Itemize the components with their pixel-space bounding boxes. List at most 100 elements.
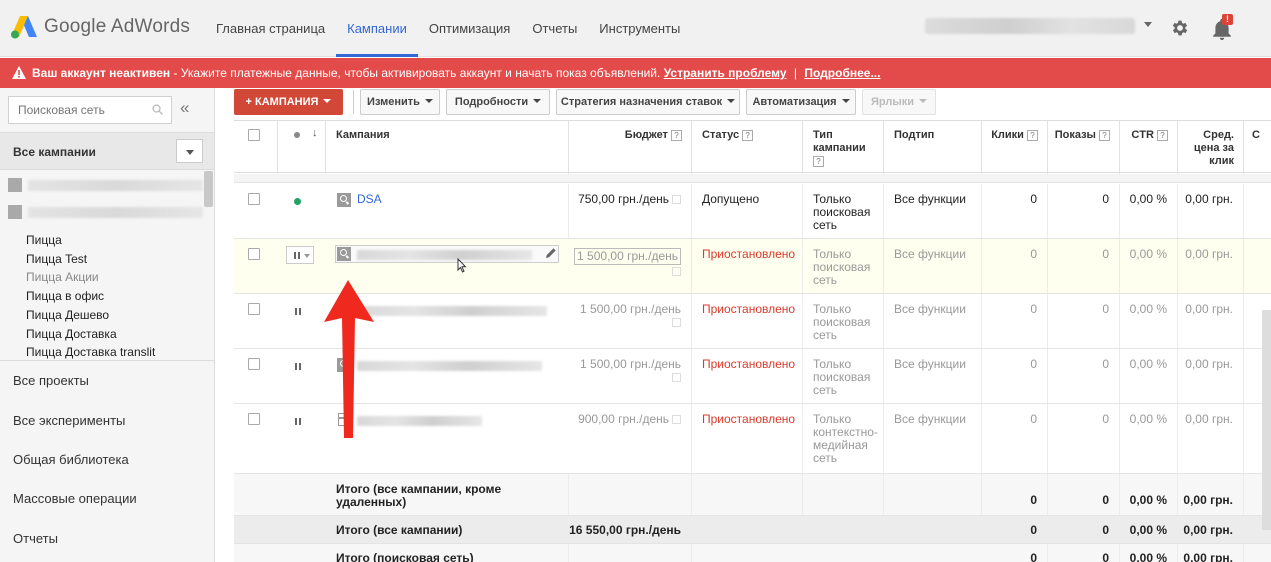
budget-value: 750,00 грн./день bbox=[578, 192, 669, 206]
header-campaign[interactable]: Кампания bbox=[326, 121, 569, 174]
sidebar-reports[interactable]: Отчеты bbox=[13, 531, 58, 546]
totals-impressions-cell: 0 bbox=[1048, 544, 1120, 562]
row-checkbox[interactable] bbox=[248, 303, 260, 315]
fix-problem-link[interactable]: Устранить проблему bbox=[664, 66, 787, 80]
impressions-value: 0 bbox=[1102, 192, 1109, 206]
header-cpc-label: Сред. цена за клик bbox=[1193, 129, 1234, 167]
clicks-cell: 0 bbox=[982, 184, 1048, 238]
enabled-status-icon[interactable] bbox=[294, 198, 301, 205]
status-dropdown[interactable] bbox=[286, 246, 314, 264]
budget-cell[interactable]: 750,00 грн./день bbox=[569, 184, 692, 238]
nav-campaigns[interactable]: Кампании bbox=[336, 0, 418, 57]
cpc-value: 0,00 грн. bbox=[1185, 412, 1233, 426]
header-clicks[interactable]: Клики ? bbox=[982, 121, 1048, 174]
campaign-name-redacted[interactable] bbox=[357, 306, 547, 316]
help-icon[interactable]: ? bbox=[742, 130, 754, 141]
add-campaign-button[interactable]: + КАМПАНИЯ bbox=[234, 89, 343, 115]
totals-row: Итого (поисковая сеть) 0 0 0,00 % 0,00 г… bbox=[234, 544, 1271, 562]
all-campaigns-dropdown[interactable] bbox=[176, 139, 203, 163]
sidebar-all-projects[interactable]: Все проекты bbox=[13, 373, 89, 388]
gear-icon[interactable] bbox=[1170, 18, 1190, 38]
sidebar-campaign-item[interactable]: Пицца Дешево bbox=[26, 306, 155, 325]
all-campaigns-header[interactable]: Все кампании bbox=[0, 132, 214, 170]
sidebar-campaign-item[interactable]: Пицца в офис bbox=[26, 287, 155, 306]
chevron-down-icon[interactable] bbox=[1144, 22, 1152, 27]
totals-clicks: 0 bbox=[1030, 551, 1037, 562]
bid-strategy-button[interactable]: Стратегия назначения ставок bbox=[556, 89, 740, 115]
help-icon[interactable]: ? bbox=[1027, 130, 1038, 141]
notifications-button[interactable]: ! bbox=[1212, 14, 1234, 40]
adwords-logo-icon bbox=[11, 16, 37, 39]
header-impressions[interactable]: Показы ? bbox=[1048, 121, 1120, 174]
page-scrollbar[interactable] bbox=[1262, 310, 1271, 530]
header-budget[interactable]: Бюджет ? bbox=[569, 121, 692, 174]
header-impressions-label: Показы bbox=[1054, 129, 1096, 141]
account-info-redacted[interactable] bbox=[925, 18, 1135, 34]
budget-cell[interactable]: 900,00 грн./день bbox=[569, 404, 692, 473]
select-all-checkbox[interactable] bbox=[248, 129, 260, 141]
help-icon[interactable]: ? bbox=[1157, 130, 1168, 141]
table-header: ↓ Кампания Бюджет ? Статус ? Тип кампани… bbox=[234, 120, 1271, 174]
labels-button[interactable]: Ярлыки bbox=[862, 89, 936, 115]
campaign-name-cell: DSA bbox=[326, 184, 569, 238]
nav-optimization[interactable]: Оптимизация bbox=[418, 0, 522, 57]
automation-button[interactable]: Автоматизация bbox=[746, 89, 856, 115]
nav-home[interactable]: Главная страница bbox=[205, 0, 336, 57]
row-checkbox[interactable] bbox=[248, 413, 260, 425]
sidebar-campaign-list: Пицца Пицца Test Пицца Акции Пицца в офи… bbox=[26, 231, 155, 362]
totals-label-cell: Итого (поисковая сеть) bbox=[326, 544, 569, 562]
edit-button[interactable]: Изменить bbox=[360, 89, 440, 115]
header-ctr[interactable]: CTR ? bbox=[1120, 121, 1178, 174]
sidebar-campaign-item[interactable]: Пицца Test bbox=[26, 250, 155, 269]
ctr-cell: 0,00 % bbox=[1120, 349, 1178, 403]
pause-icon[interactable] bbox=[295, 363, 301, 370]
sidebar: « Все кампании Пицца Пицца Test Пицца Ак… bbox=[0, 88, 215, 562]
help-icon[interactable]: ? bbox=[813, 156, 824, 167]
edit-label: Изменить bbox=[367, 96, 420, 108]
row-checkbox[interactable] bbox=[248, 248, 260, 260]
header-campaign-type[interactable]: Тип кампании? bbox=[803, 121, 884, 174]
redacted-text bbox=[28, 180, 203, 191]
clicks-cell: 0 bbox=[982, 404, 1048, 473]
help-icon[interactable]: ? bbox=[671, 130, 682, 141]
nav-reports[interactable]: Отчеты bbox=[521, 0, 588, 57]
subtype-value: Все функции bbox=[894, 192, 966, 206]
budget-cell[interactable]: 1 500,00 грн./день bbox=[569, 349, 692, 403]
totals-label: Итого (все кампании) bbox=[336, 523, 463, 537]
header-more[interactable]: С bbox=[1244, 121, 1271, 174]
sidebar-all-experiments[interactable]: Все эксперименты bbox=[13, 413, 125, 428]
header-avg-cpc[interactable]: Сред. цена за клик bbox=[1178, 121, 1244, 174]
campaign-name-redacted[interactable] bbox=[357, 361, 542, 371]
collapse-sidebar-button[interactable]: « bbox=[180, 98, 189, 118]
header-status[interactable]: Статус ? bbox=[692, 121, 803, 174]
pencil-icon[interactable] bbox=[545, 247, 557, 259]
sidebar-search bbox=[8, 96, 172, 124]
adwords-logo[interactable]: Google AdWords bbox=[10, 14, 190, 40]
header-status-dot[interactable]: ↓ bbox=[278, 121, 326, 174]
help-icon[interactable]: ? bbox=[1099, 130, 1110, 141]
impressions-cell: 0 bbox=[1048, 184, 1120, 238]
pause-icon[interactable] bbox=[295, 308, 301, 315]
details-button[interactable]: Подробности bbox=[446, 89, 550, 115]
budget-cell[interactable]: 1 500,00 грн./день bbox=[569, 239, 692, 293]
campaign-name-redacted[interactable] bbox=[357, 250, 532, 260]
sidebar-campaign-item[interactable]: Пицца Акции bbox=[26, 268, 155, 287]
nav-tools[interactable]: Инструменты bbox=[588, 0, 691, 57]
sidebar-search-input[interactable] bbox=[9, 97, 144, 123]
sidebar-shared-library[interactable]: Общая библиотека bbox=[13, 452, 129, 467]
totals-impressions: 0 bbox=[1102, 551, 1109, 562]
row-checkbox[interactable] bbox=[248, 193, 260, 205]
header-subtype[interactable]: Подтип bbox=[884, 121, 982, 174]
learn-more-link[interactable]: Подробнее... bbox=[804, 66, 880, 80]
budget-cell[interactable]: 1 500,00 грн./день bbox=[569, 294, 692, 348]
campaign-name-link[interactable]: DSA bbox=[357, 192, 382, 206]
sidebar-bulk-operations[interactable]: Массовые операции bbox=[13, 491, 137, 506]
sidebar-campaign-item[interactable]: Пицца bbox=[26, 231, 155, 250]
sidebar-scrollbar[interactable] bbox=[204, 171, 213, 207]
pause-icon[interactable] bbox=[295, 418, 301, 425]
chevron-down-icon bbox=[533, 99, 542, 103]
sidebar-campaign-item[interactable]: Пицца Доставка bbox=[26, 325, 155, 344]
sidebar-divider bbox=[0, 360, 214, 361]
ctr-value: 0,00 % bbox=[1129, 192, 1167, 206]
row-checkbox[interactable] bbox=[248, 358, 260, 370]
